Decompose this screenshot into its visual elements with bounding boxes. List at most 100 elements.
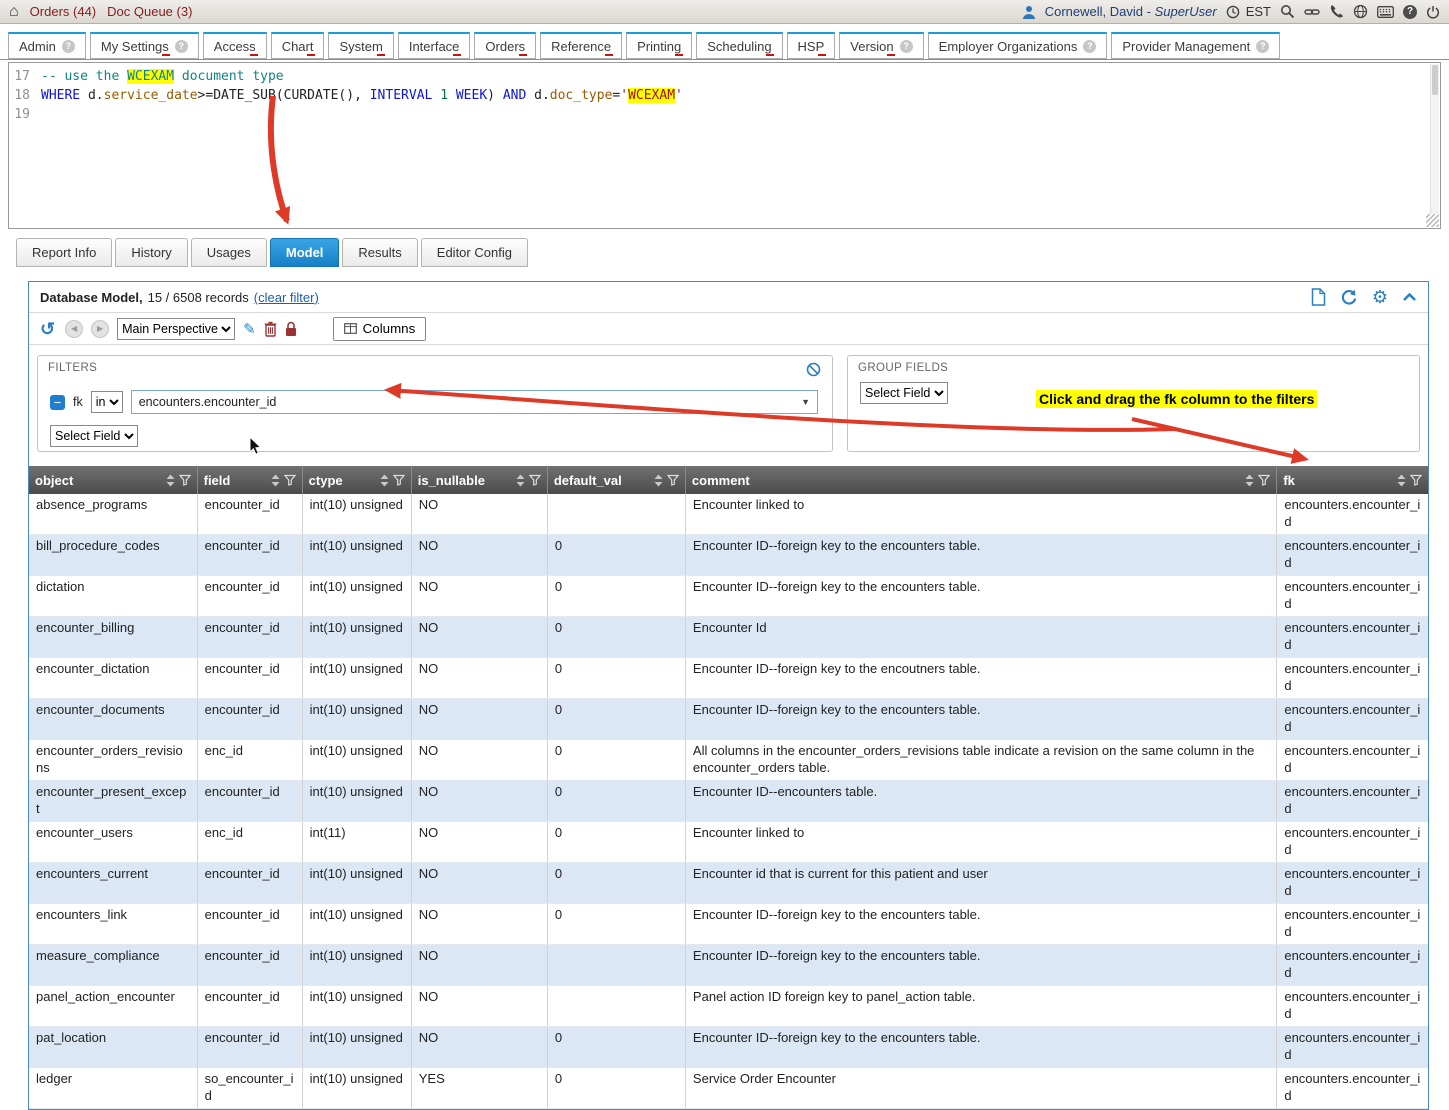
add-filter-field-select[interactable]: Select Field	[50, 425, 138, 447]
filter-icon[interactable]	[179, 474, 191, 486]
globe-icon[interactable]	[1353, 4, 1368, 19]
sort-icon[interactable]	[1245, 474, 1254, 487]
nav-tab-chart[interactable]: Chart	[271, 32, 325, 59]
clear-filters-icon[interactable]	[806, 362, 821, 377]
scrollbar-thumb[interactable]	[1432, 65, 1438, 95]
lock-icon[interactable]	[285, 321, 297, 337]
resize-grip-icon[interactable]	[1426, 214, 1439, 227]
delete-icon[interactable]	[264, 321, 277, 337]
gear-icon[interactable]: ⚙	[1372, 288, 1388, 306]
table-row[interactable]: encounter_billingencounter_idint(10) uns…	[29, 617, 1428, 658]
view-tab-usages[interactable]: Usages	[191, 238, 267, 267]
nav-tab-my-settings[interactable]: My Settings?	[90, 32, 199, 59]
table-row[interactable]: encounter_dictationencounter_idint(10) u…	[29, 658, 1428, 699]
link-icon[interactable]	[1304, 5, 1320, 19]
sort-icon[interactable]	[380, 474, 389, 487]
help-badge-icon[interactable]: ?	[175, 40, 188, 53]
help-icon[interactable]: ?	[1403, 5, 1417, 19]
search-icon[interactable]	[1280, 4, 1295, 19]
column-header-ctype[interactable]: ctype	[302, 466, 411, 494]
column-header-field[interactable]: field	[197, 466, 302, 494]
table-row[interactable]: bill_procedure_codesencounter_idint(10) …	[29, 535, 1428, 576]
editor-scrollbar[interactable]	[1430, 64, 1439, 214]
column-label: comment	[692, 473, 1241, 488]
nav-tab-system[interactable]: System	[328, 32, 393, 59]
nav-tab-hsp[interactable]: HSP	[787, 32, 836, 59]
filter-icon[interactable]	[284, 474, 296, 486]
new-doc-icon[interactable]	[1311, 288, 1326, 306]
refresh-icon[interactable]	[1340, 289, 1358, 306]
table-row[interactable]: encounter_orders_revisionsenc_idint(10) …	[29, 740, 1428, 781]
column-header-content: fk	[1283, 473, 1422, 488]
filter-icon[interactable]	[393, 474, 405, 486]
history-forward-icon[interactable]: ▶	[91, 320, 109, 338]
nav-tab-orders[interactable]: Orders	[474, 32, 536, 59]
table-row[interactable]: encounters_currentencounter_idint(10) un…	[29, 863, 1428, 904]
sort-icon[interactable]	[271, 474, 280, 487]
table-row[interactable]: panel_action_encounterencounter_idint(10…	[29, 986, 1428, 1027]
cell-fk: encounters.encounter_id	[1277, 617, 1428, 658]
table-row[interactable]: ledgerso_encounter_idint(10) unsignedYES…	[29, 1068, 1428, 1109]
nav-tab-printing[interactable]: Printing	[626, 32, 692, 59]
filter-operator-select[interactable]: in	[91, 391, 123, 413]
nav-tab-reference[interactable]: Reference	[540, 32, 622, 59]
help-badge-icon[interactable]: ?	[1256, 40, 1269, 53]
dropdown-caret-icon[interactable]: ▼	[801, 397, 810, 407]
sort-icon[interactable]	[516, 474, 525, 487]
nav-tab-access[interactable]: Access	[203, 32, 267, 59]
keyboard-icon[interactable]	[1377, 6, 1394, 18]
columns-button[interactable]: Columns	[333, 317, 427, 341]
nav-tab-interface[interactable]: Interface	[398, 32, 471, 59]
filter-icon[interactable]	[1258, 474, 1270, 486]
orders-link[interactable]: Orders (44)	[30, 4, 96, 19]
clear-filter-link[interactable]: (clear filter)	[254, 290, 319, 305]
nav-tab-employer-organizations[interactable]: Employer Organizations?	[928, 32, 1108, 59]
view-tab-label: History	[131, 245, 171, 260]
column-header-fk[interactable]: fk	[1277, 466, 1428, 494]
column-header-is-nullable[interactable]: is_nullable	[411, 466, 547, 494]
power-icon[interactable]	[1426, 5, 1440, 19]
filter-icon[interactable]	[529, 474, 541, 486]
view-tab-history[interactable]: History	[115, 238, 187, 267]
remove-filter-icon[interactable]: −	[50, 395, 65, 410]
table-row[interactable]: pat_locationencounter_idint(10) unsigned…	[29, 1027, 1428, 1068]
edit-icon[interactable]: ✎	[243, 320, 256, 338]
collapse-icon[interactable]	[1402, 292, 1417, 302]
nav-tab-version[interactable]: Version?	[839, 32, 923, 59]
nav-tab-scheduling[interactable]: Scheduling	[696, 32, 782, 59]
sort-icon[interactable]	[1397, 474, 1406, 487]
help-badge-icon[interactable]: ?	[1083, 40, 1096, 53]
clock-icon[interactable]	[1226, 5, 1240, 19]
table-row[interactable]: encounter_present_exceptencounter_idint(…	[29, 781, 1428, 822]
column-header-object[interactable]: object	[29, 466, 197, 494]
group-field-select[interactable]: Select Field	[860, 382, 948, 404]
nav-tab-provider-management[interactable]: Provider Management?	[1111, 32, 1280, 59]
table-row[interactable]: measure_complianceencounter_idint(10) un…	[29, 945, 1428, 986]
help-badge-icon[interactable]: ?	[900, 40, 913, 53]
history-back-icon[interactable]: ◀	[65, 320, 83, 338]
home-icon[interactable]: ⌂	[9, 4, 19, 20]
view-tab-results[interactable]: Results	[342, 238, 417, 267]
view-tab-model[interactable]: Model	[270, 238, 340, 267]
nav-tab-admin[interactable]: Admin?	[8, 32, 86, 59]
table-row[interactable]: absence_programsencounter_idint(10) unsi…	[29, 494, 1428, 535]
table-row[interactable]: encounter_documentsencounter_idint(10) u…	[29, 699, 1428, 740]
doc-queue-link[interactable]: Doc Queue (3)	[107, 4, 192, 19]
help-badge-icon[interactable]: ?	[62, 40, 75, 53]
filter-icon[interactable]	[667, 474, 679, 486]
table-row[interactable]: encounter_usersenc_idint(11)NO0Encounter…	[29, 822, 1428, 863]
perspective-select[interactable]: Main Perspective	[117, 318, 235, 340]
filter-value-combobox[interactable]: encounters.encounter_id ▼	[131, 390, 818, 414]
sql-editor[interactable]: 17-- use the WCEXAM document type18WHERE…	[8, 62, 1441, 229]
sort-icon[interactable]	[166, 474, 175, 487]
undo-icon[interactable]: ↺	[40, 320, 55, 338]
sort-icon[interactable]	[654, 474, 663, 487]
table-row[interactable]: dictationencounter_idint(10) unsignedNO0…	[29, 576, 1428, 617]
table-row[interactable]: encounters_linkencounter_idint(10) unsig…	[29, 904, 1428, 945]
filter-icon[interactable]	[1410, 474, 1422, 486]
phone-icon[interactable]	[1329, 4, 1344, 19]
column-header-default-val[interactable]: default_val	[547, 466, 685, 494]
column-header-comment[interactable]: comment	[685, 466, 1276, 494]
view-tab-editor-config[interactable]: Editor Config	[421, 238, 528, 267]
view-tab-report-info[interactable]: Report Info	[16, 238, 112, 267]
